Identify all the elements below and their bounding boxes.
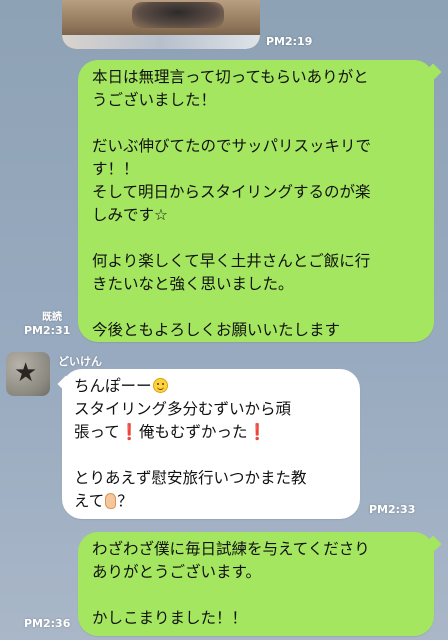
message-bubble-outgoing[interactable]: 本日は無理言って切ってもらいありがと うございました！ だいぶ伸びてたのでサッパ… xyxy=(78,60,434,342)
message-timestamp: PM2:31 xyxy=(24,324,71,337)
message-line: 張って❗俺もむずかった❗ xyxy=(74,423,267,441)
photo-people xyxy=(132,2,224,28)
exclamation-icon: ❗ xyxy=(119,423,140,441)
message-line: ちんぽーー xyxy=(74,375,346,398)
contact-avatar[interactable]: ★ xyxy=(6,352,50,396)
photo-timestamp: PM2:19 xyxy=(266,35,313,48)
exclamation-icon: ❗ xyxy=(247,423,267,441)
message-timestamp: PM2:36 xyxy=(24,617,71,630)
sent-photo[interactable] xyxy=(62,0,260,49)
ear-icon xyxy=(105,493,117,509)
photo-floor xyxy=(62,35,260,49)
message-bubble-incoming[interactable]: ちんぽーー スタイリング多分むずいから頑 張って❗俺もむずかった❗ とりあえず慰… xyxy=(62,369,360,519)
message-bubble-outgoing[interactable]: わざわざ僕に毎日試練を与えてくださり ありがとうございます。 かしこまりました！… xyxy=(78,532,434,636)
chat-area[interactable]: PM2:19 本日は無理言って切ってもらいありがと うございました！ だいぶ伸び… xyxy=(0,0,448,640)
star-icon: ★ xyxy=(14,358,38,388)
message-line: えて？ xyxy=(74,492,133,510)
smiling-face-icon xyxy=(152,378,168,393)
message-timestamp: PM2:33 xyxy=(369,503,416,516)
message-line: とりあえず慰安旅行いつかまた教 xyxy=(74,469,307,487)
sender-name: どいけん xyxy=(58,355,102,368)
read-receipt: 既読 xyxy=(42,312,62,323)
message-line: スタイリング多分むずいから頑 xyxy=(74,400,292,418)
